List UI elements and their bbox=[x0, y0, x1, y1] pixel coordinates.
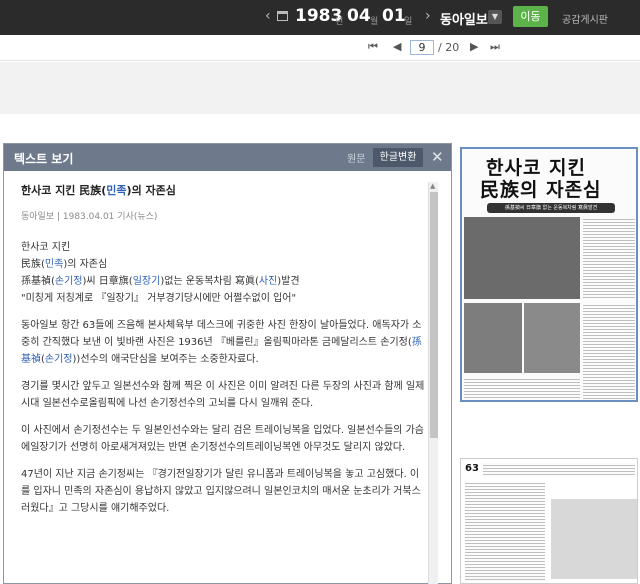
article-meta: 동아일보 | 1983.04.01 기사(뉴스) bbox=[21, 212, 158, 222]
year-unit: 년 bbox=[335, 17, 344, 27]
highlight: 손기정 bbox=[54, 276, 83, 287]
body-line: 民族(민족)의 자존심 bbox=[21, 256, 426, 273]
title-text-end: )의 자존심 bbox=[126, 184, 176, 197]
page-navigator: ⏮ ◀ 9 / 20 ▶ ⏭ bbox=[0, 35, 640, 61]
paragraph: 동아일보 항간 63들에 즈음해 본사체육부 데스크에 귀중한 사진 한장이 날… bbox=[21, 317, 426, 368]
newspaper-select[interactable]: 동아일보 bbox=[440, 9, 488, 28]
thumb-photo-3 bbox=[524, 303, 580, 373]
scroll-up-icon[interactable]: ▲ bbox=[430, 182, 435, 190]
highlight: 사진 bbox=[258, 276, 278, 287]
thumb-page-number: 63 bbox=[465, 463, 479, 474]
text: )씨 日章旗( bbox=[82, 276, 133, 287]
text: 孫基禎( bbox=[21, 276, 55, 287]
month-value[interactable]: 04 bbox=[347, 6, 371, 26]
text: 民族( bbox=[21, 259, 45, 270]
thumb-text-column-2 bbox=[583, 303, 635, 399]
article-title: 한사코 지킨 民族(민족)의 자존심 bbox=[21, 182, 426, 198]
month-unit: 월 bbox=[370, 17, 379, 27]
page-number-input[interactable]: 9 bbox=[410, 40, 434, 55]
thumb-subhead: 孫基禎씨 日章旗 없는 운동복차림 寫眞발견 bbox=[487, 203, 615, 213]
panel-header: 텍스트 보기 원문 한글변환 ✕ bbox=[4, 144, 451, 171]
board-link[interactable]: 공감게시판 bbox=[562, 11, 608, 26]
body-line: "미칭게 저칭계로 『일장기』 거부경기당시에만 어쩔수없이 입어" bbox=[21, 293, 297, 304]
next-page-icon[interactable]: ▶ bbox=[470, 40, 478, 53]
paragraph: 이 사진에서 손기정선수는 두 일본인선수와는 달리 검은 트레이닝복을 입었다… bbox=[21, 425, 424, 453]
thumb-text-column bbox=[583, 217, 635, 299]
calendar-icon[interactable] bbox=[277, 11, 288, 21]
title-text: 한사코 지킨 民族( bbox=[21, 184, 107, 197]
dropdown-icon[interactable]: ▼ bbox=[488, 10, 502, 24]
thumb2-header-text bbox=[483, 463, 635, 477]
paragraph: 47년이 지난 지금 손기정씨는 『경기전일장기가 달린 유니폼과 트레이닝복을… bbox=[21, 469, 421, 514]
article-body: 한사코 지킨 民族(민족)의 자존심 孫基禎(손기정)씨 日章旗(일장기)없는 … bbox=[21, 239, 426, 517]
text-view-panel: 텍스트 보기 원문 한글변환 ✕ 한사코 지킨 民族(민족)의 자존심 동아일보… bbox=[3, 143, 452, 584]
thumb2-photo bbox=[551, 499, 637, 579]
chevron-left-icon[interactable]: ‹ bbox=[265, 8, 271, 24]
body-line: 한사코 지킨 bbox=[21, 242, 71, 253]
thumb2-text bbox=[465, 481, 545, 581]
text: )없는 운동복차림 寫眞( bbox=[160, 276, 259, 287]
highlight: 민족 bbox=[44, 259, 64, 270]
thumb-headline-2: 民族의 자존심 bbox=[480, 179, 602, 201]
highlight: 손기정 bbox=[44, 354, 73, 365]
thumb-text-bottom bbox=[464, 377, 580, 400]
day-value[interactable]: 01 bbox=[382, 6, 406, 26]
text: 동아일보 항간 63들에 즈음해 본사체육부 데스크에 귀중한 사진 한장이 날… bbox=[21, 320, 422, 348]
article-content: 한사코 지킨 民族(민족)의 자존심 동아일보 | 1983.04.01 기사(… bbox=[21, 182, 426, 517]
last-page-icon[interactable]: ⏭ bbox=[490, 40, 500, 54]
prev-page-icon[interactable]: ◀ bbox=[393, 40, 401, 53]
close-icon[interactable]: ✕ bbox=[431, 148, 444, 166]
scroll-thumb[interactable] bbox=[430, 192, 438, 438]
newspaper-page-thumbnail[interactable]: 한사코 지킨 民族의 자존심 孫基禎씨 日章旗 없는 운동복차림 寫眞발견 bbox=[460, 147, 638, 402]
body-line: 孫基禎(손기정)씨 日章旗(일장기)없는 운동복차림 寫眞(사진)발견 bbox=[21, 273, 426, 290]
thumb-photo-2 bbox=[464, 303, 522, 373]
top-navigation-bar: ‹ 1983 년 04 월 01 일 › 동아일보 ▼ 이동 공감게시판 bbox=[0, 0, 640, 35]
tab-original[interactable]: 원문 bbox=[347, 150, 365, 165]
page-total: / 20 bbox=[438, 41, 460, 54]
panel-title: 텍스트 보기 bbox=[14, 152, 74, 166]
toolbar-strip bbox=[0, 62, 640, 114]
highlight: 일장기 bbox=[132, 276, 161, 287]
day-unit: 일 bbox=[404, 17, 413, 27]
scrollbar[interactable]: ▲ bbox=[428, 182, 438, 584]
text: )발견 bbox=[277, 276, 300, 287]
thumb-photo-main bbox=[464, 217, 580, 299]
text: )의 자존심 bbox=[63, 259, 108, 270]
text: ))선수의 애국단심을 보여주는 소중한자료다. bbox=[72, 354, 259, 365]
first-page-icon[interactable]: ⏮ bbox=[368, 40, 378, 54]
next-page-thumbnail[interactable]: 63 bbox=[460, 458, 638, 584]
paragraph: 경기를 몇시간 앞두고 일본선수와 함께 찍은 이 사진은 이미 알려진 다른 … bbox=[21, 381, 425, 409]
go-button[interactable]: 이동 bbox=[513, 6, 548, 27]
tab-korean[interactable]: 한글변환 bbox=[373, 148, 423, 167]
chevron-right-icon[interactable]: › bbox=[425, 8, 431, 24]
title-highlight: 민족 bbox=[106, 184, 127, 197]
